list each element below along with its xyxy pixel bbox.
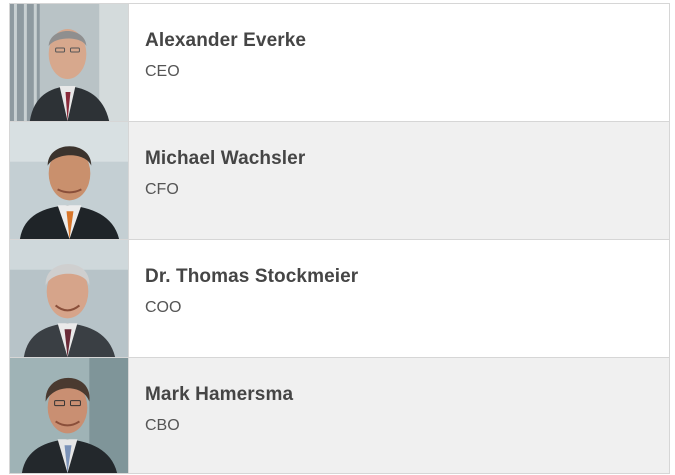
portrait-photo	[10, 122, 129, 239]
person-role: COO	[145, 299, 182, 316]
list-item-ceo: Alexander Everke CEO	[10, 4, 669, 121]
person-name: Alexander Everke	[145, 30, 307, 51]
person-name: Mark Hamersma	[145, 384, 294, 405]
person-info: Michael Wachsler CFO	[129, 122, 305, 239]
person-info: Mark Hamersma CBO	[129, 358, 293, 473]
portrait-photo	[10, 358, 129, 473]
list-item-cbo: Mark Hamersma CBO	[10, 357, 669, 473]
person-info: Dr. Thomas Stockmeier COO	[129, 240, 358, 357]
portrait-photo	[10, 4, 129, 121]
person-role: CEO	[145, 63, 180, 80]
list-item-cfo: Michael Wachsler CFO	[10, 121, 669, 239]
person-role: CFO	[145, 181, 179, 198]
person-info: Alexander Everke CEO	[129, 4, 306, 121]
list-item-coo: Dr. Thomas Stockmeier COO	[10, 239, 669, 357]
executive-list: Alexander Everke CEO Michael Wachsler CF…	[9, 3, 670, 474]
person-role: CBO	[145, 417, 180, 434]
person-name: Michael Wachsler	[145, 148, 306, 169]
portrait-photo	[10, 240, 129, 357]
person-name: Dr. Thomas Stockmeier	[145, 266, 359, 287]
